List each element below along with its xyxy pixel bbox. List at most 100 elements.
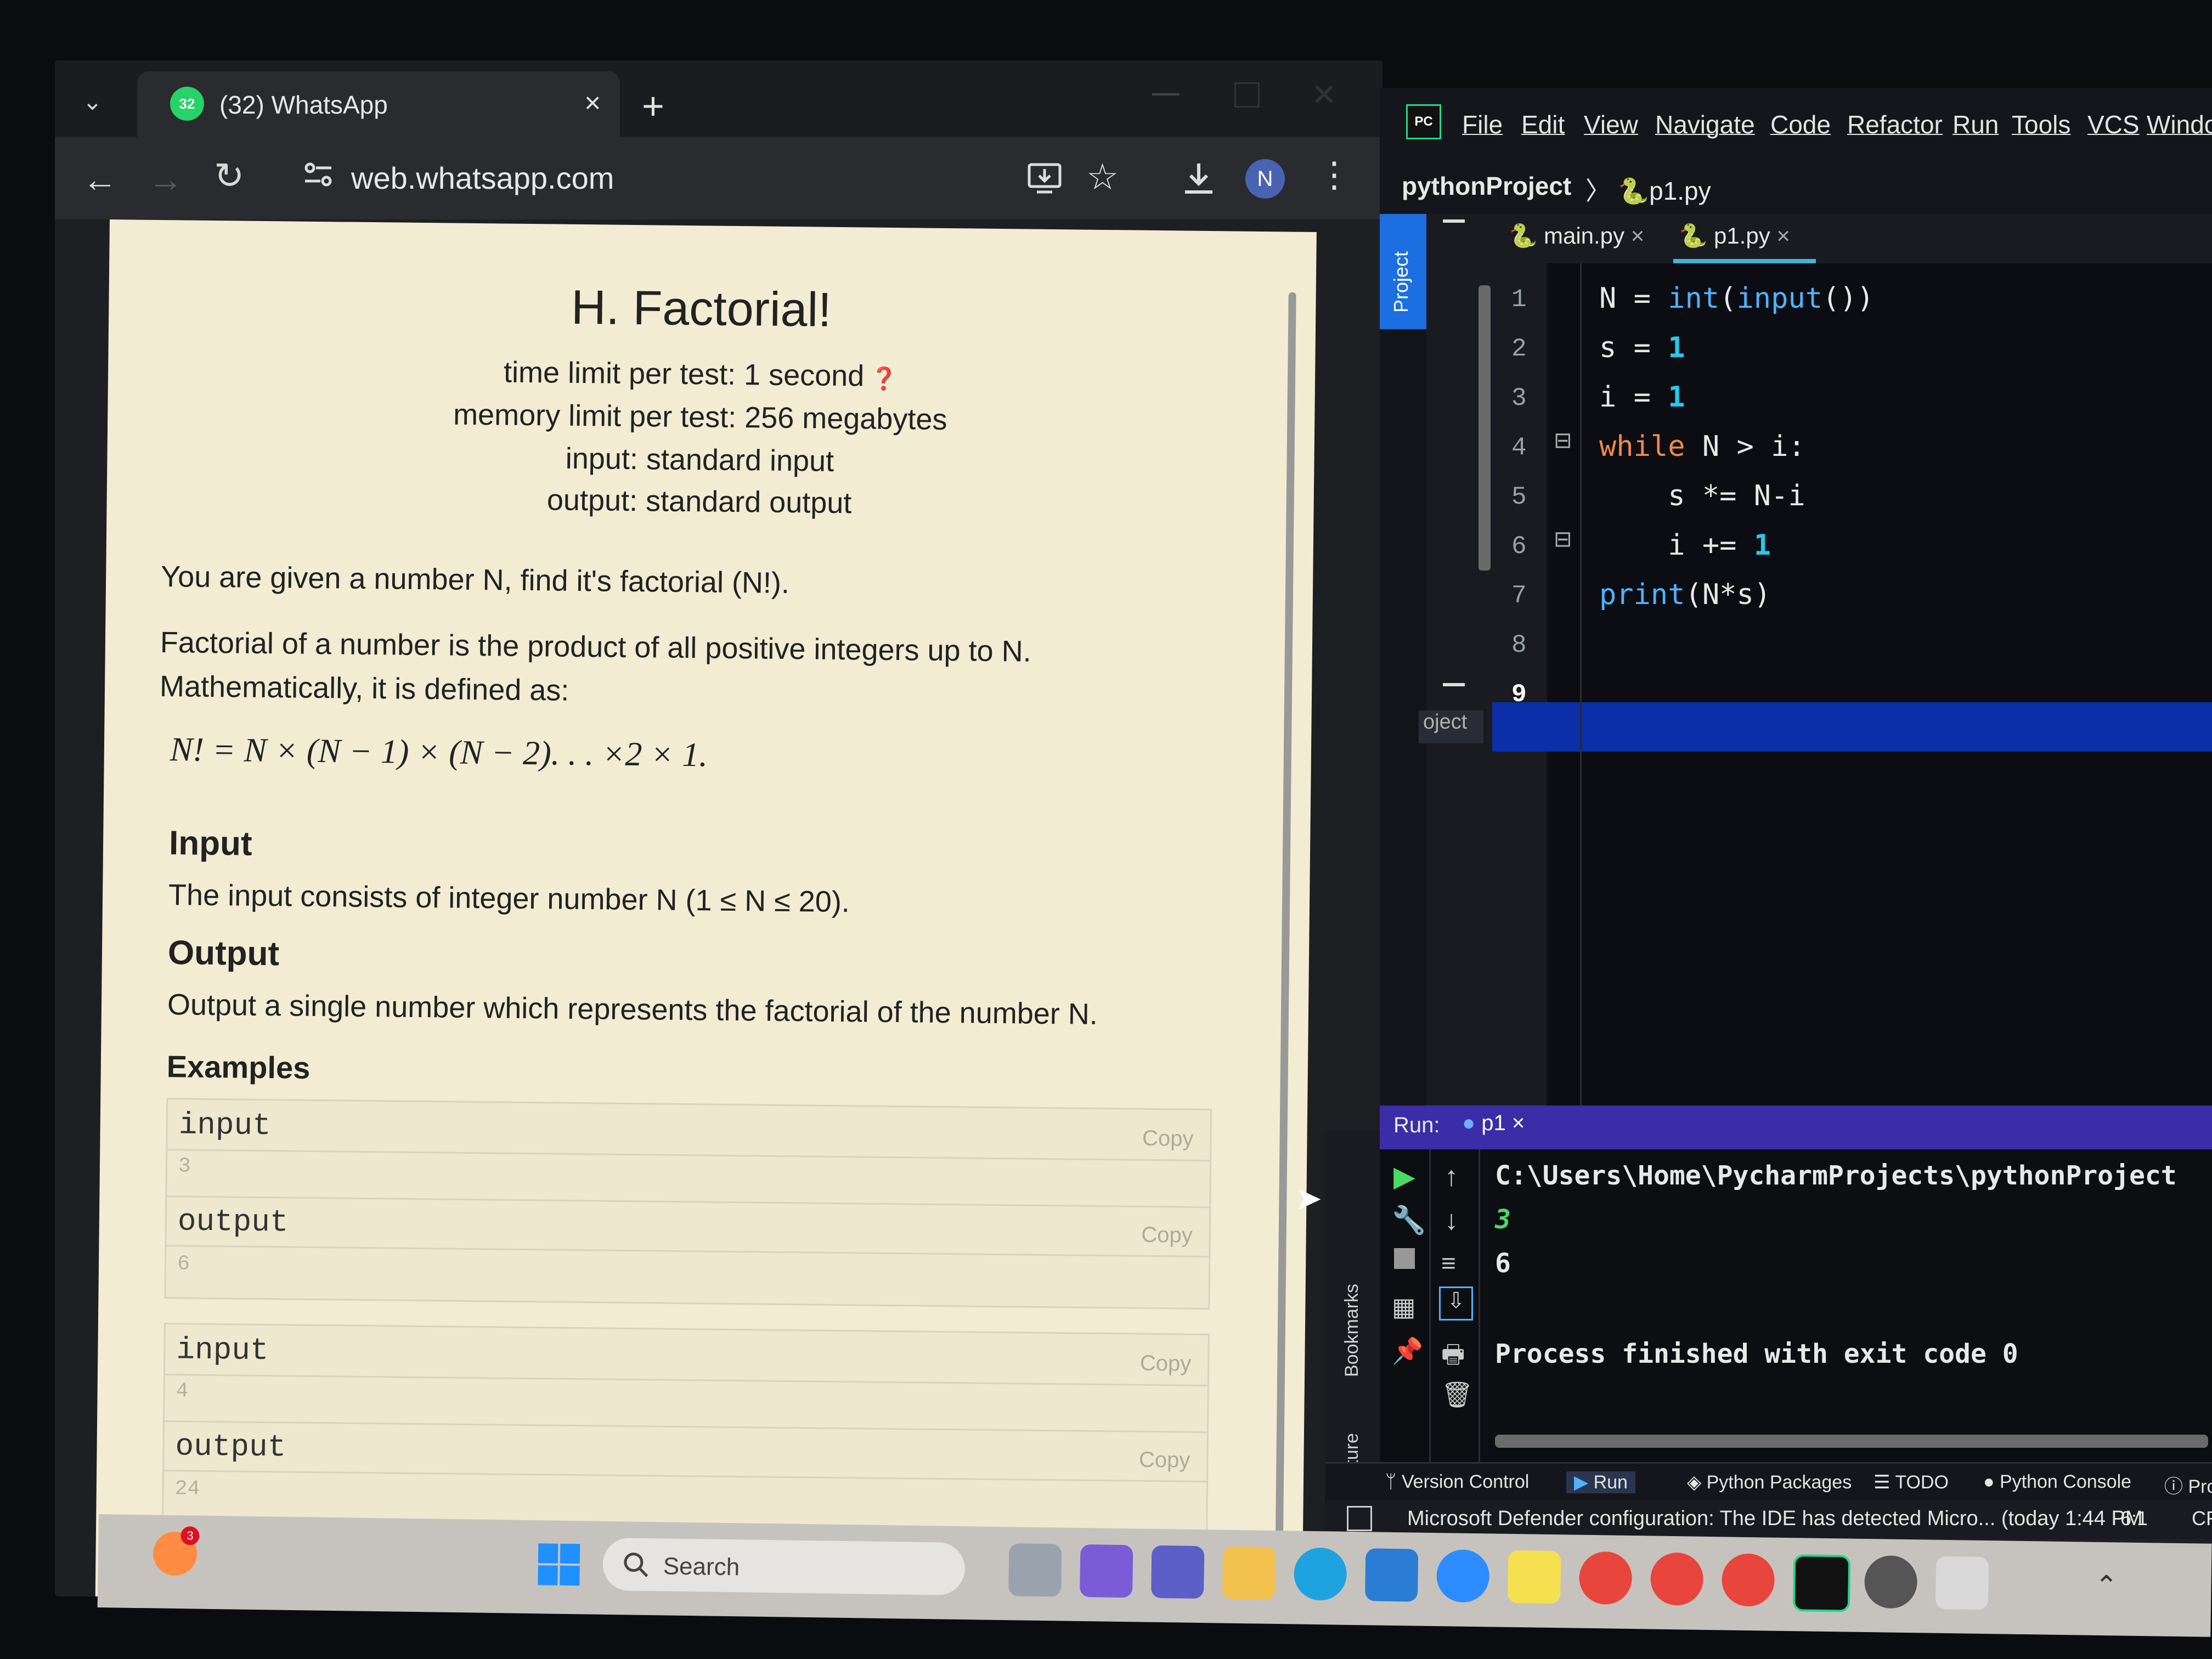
stop-icon[interactable] bbox=[1394, 1248, 1415, 1269]
new-tab-button[interactable]: + bbox=[642, 87, 664, 125]
reload-button[interactable]: ↻ bbox=[214, 155, 244, 197]
browser-window: ⌄ 32 (32) WhatsApp × + ✕ ← → ↻ web.whats… bbox=[55, 60, 1383, 1596]
zoom-icon[interactable] bbox=[1436, 1549, 1490, 1603]
breadcrumb-project[interactable]: pythonProject bbox=[1402, 171, 1571, 201]
menu-refactor[interactable]: Refactor bbox=[1847, 110, 1943, 139]
tab-whatsapp[interactable]: 32 (32) WhatsApp × bbox=[137, 71, 620, 137]
copy-button[interactable]: Copy bbox=[1142, 1126, 1194, 1152]
rerun-icon[interactable]: ▶ bbox=[1393, 1160, 1415, 1193]
layout-icon[interactable]: ▦ bbox=[1392, 1292, 1415, 1322]
soft-wrap-icon[interactable]: ≡ bbox=[1441, 1248, 1456, 1278]
caret-position[interactable]: 6:1 bbox=[2120, 1507, 2148, 1530]
breadcrumb-file[interactable]: 〉 🐍p1.py bbox=[1585, 171, 1711, 207]
bookmark-star-icon[interactable]: ☆ bbox=[1086, 156, 1119, 198]
search-placeholder: Search bbox=[663, 1553, 740, 1581]
menu-navigate[interactable]: Navigate bbox=[1655, 110, 1755, 139]
scroll-to-end-icon[interactable]: ⇩ bbox=[1439, 1286, 1473, 1321]
scroll-down-icon[interactable]: ↓ bbox=[1444, 1204, 1458, 1236]
line-ending[interactable]: CRLF bbox=[2192, 1507, 2212, 1530]
site-info-icon[interactable] bbox=[302, 158, 335, 191]
download-icon[interactable] bbox=[1180, 159, 1218, 198]
menu-view[interactable]: View bbox=[1584, 110, 1638, 139]
tab-main-py[interactable]: 🐍 main.py × bbox=[1509, 223, 1644, 250]
edge-icon[interactable] bbox=[1294, 1547, 1347, 1601]
menu-vcs[interactable]: VCS bbox=[2087, 110, 2140, 139]
close-window-button[interactable]: ✕ bbox=[1311, 77, 1337, 113]
panel-scrollbar[interactable] bbox=[1479, 285, 1491, 571]
forward-button[interactable]: → bbox=[148, 159, 183, 200]
python-file-icon: 🐍 bbox=[1679, 223, 1708, 249]
navigation-bar: pythonProject 〉 🐍p1.py bbox=[1380, 159, 2212, 214]
collapse-panel-icon[interactable] bbox=[1443, 683, 1465, 686]
menu-tools[interactable]: Tools bbox=[2012, 110, 2070, 139]
chrome-profile-icon[interactable] bbox=[1721, 1553, 1775, 1607]
list-icon: ☰ bbox=[1874, 1472, 1895, 1493]
close-tab-icon[interactable]: × bbox=[1631, 223, 1645, 249]
breadcrumb-separator-icon: 〉 bbox=[1585, 177, 1618, 205]
print-icon[interactable]: 🖶 bbox=[1441, 1336, 1465, 1379]
page-scrollbar[interactable] bbox=[1275, 292, 1296, 1582]
browser-menu-icon[interactable]: ⋮ bbox=[1317, 157, 1352, 192]
address-bar[interactable]: web.whatsapp.com bbox=[351, 160, 614, 196]
code-line: s *= N-i bbox=[1599, 479, 1805, 512]
scroll-up-icon[interactable]: ↑ bbox=[1444, 1160, 1458, 1192]
windows-start-icon[interactable] bbox=[537, 1542, 581, 1587]
tool-tab-run[interactable]: ▶ Run bbox=[1566, 1471, 1635, 1493]
menu-file[interactable]: File bbox=[1462, 110, 1503, 139]
back-button[interactable]: ← bbox=[82, 159, 117, 200]
chrome-profile-icon[interactable] bbox=[1650, 1552, 1704, 1606]
outlook-icon[interactable] bbox=[1365, 1548, 1419, 1602]
copy-button[interactable]: Copy bbox=[1139, 1448, 1190, 1473]
taskbar-search[interactable]: Search bbox=[602, 1537, 966, 1596]
bookmarks-tool-tab[interactable]: Bookmarks bbox=[1341, 1284, 1363, 1377]
status-message[interactable]: Microsoft Defender configuration: The ID… bbox=[1407, 1507, 2143, 1531]
tool-tab-python-console[interactable]: ● Python Console bbox=[1983, 1471, 2131, 1493]
copy-button[interactable]: Copy bbox=[1140, 1351, 1192, 1376]
close-tab-icon[interactable]: × bbox=[1776, 223, 1790, 249]
divider bbox=[166, 1245, 1209, 1258]
task-view-icon[interactable] bbox=[1008, 1543, 1062, 1597]
app-icon[interactable] bbox=[1935, 1556, 1989, 1610]
profile-avatar[interactable]: N bbox=[1245, 159, 1285, 199]
menu-edit[interactable]: Edit bbox=[1521, 110, 1565, 139]
maximize-button[interactable] bbox=[1234, 82, 1260, 108]
tool-tab-version-control[interactable]: ᛘ Version Control bbox=[1385, 1471, 1529, 1493]
close-tab-icon[interactable]: × bbox=[1512, 1111, 1525, 1135]
menu-window[interactable]: Windo bbox=[2147, 110, 2212, 139]
pin-icon[interactable]: 📌 bbox=[1392, 1336, 1423, 1366]
side-tool-strip: Bookmarks Structure bbox=[1325, 1130, 1380, 1514]
tab-close-icon[interactable]: × bbox=[584, 87, 601, 120]
menu-run[interactable]: Run bbox=[1953, 110, 1999, 139]
media-player-icon[interactable] bbox=[1864, 1555, 1918, 1609]
install-app-icon[interactable] bbox=[1026, 159, 1064, 198]
copilot-icon[interactable] bbox=[1080, 1544, 1133, 1598]
example-input-value: 4 bbox=[176, 1379, 189, 1403]
tool-tab-todo[interactable]: ☰ TODO bbox=[1874, 1471, 1949, 1493]
minimize-button[interactable] bbox=[1152, 93, 1180, 95]
code-editor[interactable]: ⊟ ⊟ N = int(input()) s = 1 i = 1 while N… bbox=[1492, 263, 2212, 1130]
file-explorer-icon[interactable] bbox=[1222, 1546, 1276, 1600]
system-tray-chevron-icon[interactable]: ⌃ bbox=[2095, 1570, 2118, 1602]
fold-marker-icon[interactable]: ⊟ bbox=[1554, 428, 1572, 453]
trash-icon[interactable]: 🗑 bbox=[1441, 1380, 1473, 1410]
tool-tab-python-packages[interactable]: ◈ Python Packages bbox=[1687, 1471, 1852, 1493]
tab-p1-py[interactable]: 🐍 p1.py × bbox=[1679, 223, 1790, 250]
collapse-panel-icon[interactable] bbox=[1443, 219, 1465, 223]
tool-tab-problems[interactable]: ⓘ Prob bbox=[2164, 1471, 2212, 1498]
fold-marker-icon[interactable]: ⊟ bbox=[1554, 527, 1572, 552]
output-spec: Output a single number which represents … bbox=[167, 988, 1098, 1031]
wrench-icon[interactable]: 🔧 bbox=[1392, 1204, 1426, 1237]
help-icon[interactable]: ❓ bbox=[864, 366, 898, 392]
tab-search-chevron-icon[interactable]: ⌄ bbox=[82, 88, 103, 116]
pycharm-taskbar-icon[interactable] bbox=[1792, 1554, 1851, 1612]
notepad-icon[interactable] bbox=[1507, 1550, 1561, 1604]
console-scrollbar[interactable] bbox=[1495, 1435, 2208, 1448]
teams-icon[interactable] bbox=[1151, 1545, 1205, 1599]
run-config-tab[interactable]: ● p1 × bbox=[1462, 1111, 1525, 1136]
chrome-icon[interactable] bbox=[1578, 1551, 1633, 1605]
project-tool-tab[interactable]: Project bbox=[1380, 214, 1426, 329]
menu-code[interactable]: Code bbox=[1770, 110, 1831, 139]
copy-button[interactable]: Copy bbox=[1141, 1223, 1193, 1248]
toggle-tool-windows-icon[interactable] bbox=[1347, 1506, 1372, 1531]
input-spec: The input consists of integer number N (… bbox=[168, 878, 850, 919]
